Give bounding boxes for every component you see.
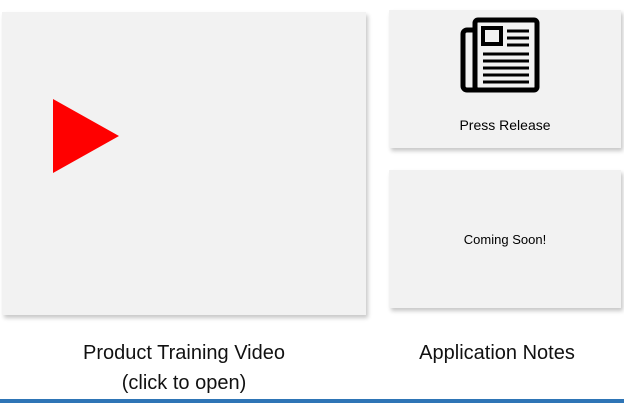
press-release-label[interactable]: Press Release: [389, 117, 621, 133]
application-notes-card: Coming Soon!: [389, 170, 621, 308]
caption-hint[interactable]: (click to open): [2, 368, 366, 398]
application-notes-caption: Application Notes: [419, 342, 575, 364]
press-release-card[interactable]: Press Release: [389, 10, 621, 148]
coming-soon-label: Coming Soon!: [463, 232, 547, 247]
bottom-divider: [0, 399, 624, 403]
product-training-video-caption[interactable]: Product Training Video (click to open): [2, 338, 366, 398]
caption-title[interactable]: Product Training Video: [2, 338, 366, 368]
play-icon[interactable]: [53, 99, 119, 173]
resource-panel: Press Release Coming Soon! Product Train…: [0, 0, 624, 403]
newspaper-icon: [460, 17, 540, 93]
product-training-video-card[interactable]: [2, 12, 366, 315]
